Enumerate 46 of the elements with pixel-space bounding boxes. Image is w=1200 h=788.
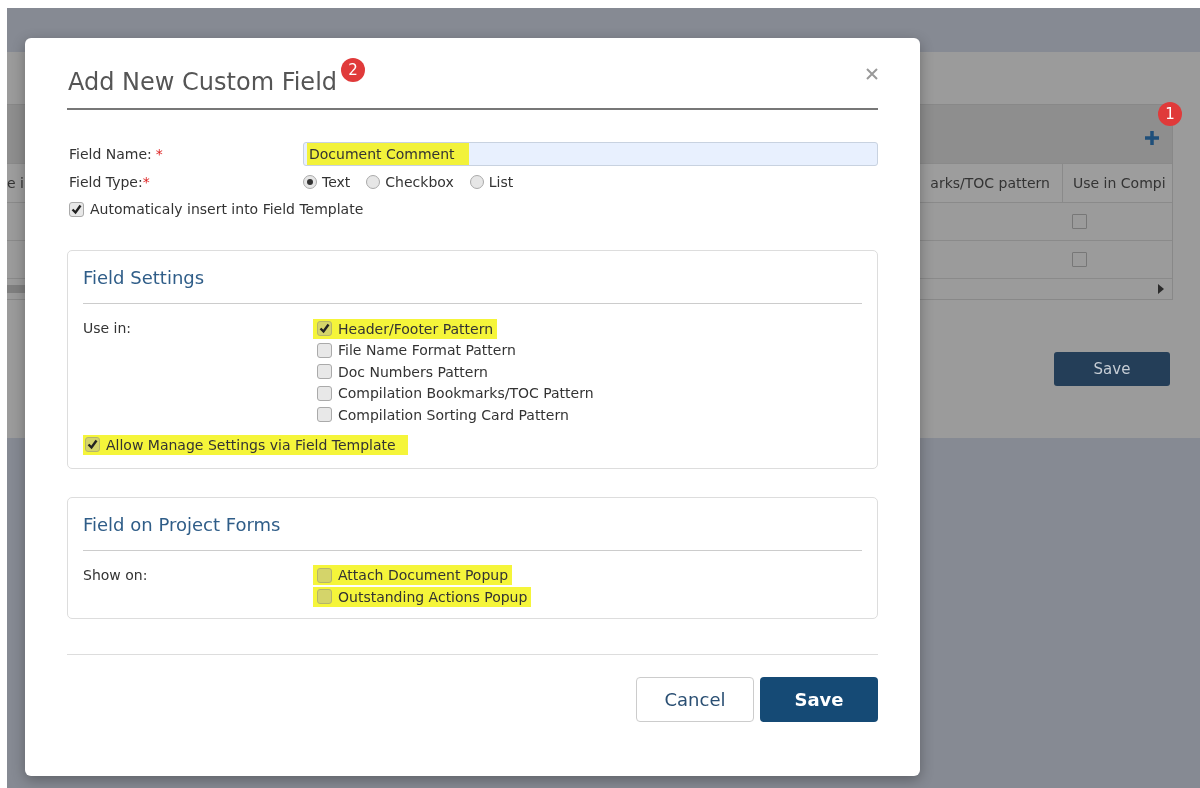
- checkbox[interactable]: [69, 201, 84, 217]
- required-mark: *: [142, 174, 150, 190]
- scroll-right-arrow-icon[interactable]: [1158, 284, 1164, 294]
- radio-label[interactable]: Checkbox: [385, 174, 454, 190]
- close-button[interactable]: [866, 68, 878, 80]
- section-title: Field on Project Forms: [83, 497, 862, 551]
- save-button[interactable]: Save: [1054, 352, 1170, 386]
- radio-button[interactable]: [303, 175, 317, 189]
- checkbox[interactable]: [1072, 214, 1087, 229]
- cancel-button[interactable]: Cancel: [636, 676, 754, 722]
- option-label[interactable]: Header/Footer Pattern: [338, 320, 494, 337]
- option-label[interactable]: Doc Numbers Pattern: [338, 363, 488, 380]
- option-label[interactable]: File Name Format Pattern: [338, 342, 516, 359]
- dialog-title: Add New Custom Field: [68, 68, 338, 96]
- checkbox[interactable]: [317, 589, 332, 605]
- option-label[interactable]: Allow Manage Settings via Field Template: [106, 436, 396, 453]
- add-button[interactable]: [1144, 130, 1160, 146]
- radio-button[interactable]: [366, 175, 381, 189]
- checkbox[interactable]: [1072, 252, 1087, 267]
- radio-label[interactable]: Text: [322, 174, 351, 190]
- checkbox[interactable]: [317, 364, 332, 380]
- checkbox[interactable]: [317, 407, 332, 423]
- option-label[interactable]: Compilation Bookmarks/TOC Pattern: [338, 385, 594, 402]
- group-label: Show on:: [83, 565, 149, 585]
- field-label: Field Type:: [69, 174, 143, 190]
- field-label: Field Name:: [69, 146, 152, 162]
- save-button[interactable]: Save: [760, 676, 878, 722]
- checkbox[interactable]: [317, 567, 332, 583]
- name-field[interactable]: Document Comment: [303, 142, 878, 166]
- checkbox[interactable]: [317, 342, 332, 358]
- checkbox[interactable]: [85, 437, 100, 452]
- column-header: Use in Compi: [1062, 163, 1172, 202]
- checkbox[interactable]: [317, 321, 332, 337]
- checkbox[interactable]: [317, 385, 332, 401]
- option-label[interactable]: Compilation Sorting Card Pattern: [338, 406, 569, 423]
- option-label[interactable]: Automaticaly insert into Field Template: [90, 201, 364, 217]
- count-badge: 2: [341, 58, 366, 82]
- count-badge: 1: [1158, 102, 1182, 126]
- required-mark: *: [155, 146, 163, 162]
- group-label: Use in:: [83, 319, 133, 338]
- radio-button[interactable]: [469, 175, 484, 189]
- scrollbar-thumb[interactable]: [7, 285, 27, 293]
- radio-label[interactable]: List: [488, 174, 514, 190]
- section-title: Field Settings: [83, 251, 862, 304]
- option-label[interactable]: Attach Document Popup: [338, 567, 509, 584]
- option-label[interactable]: Outstanding Actions Popup: [338, 588, 528, 605]
